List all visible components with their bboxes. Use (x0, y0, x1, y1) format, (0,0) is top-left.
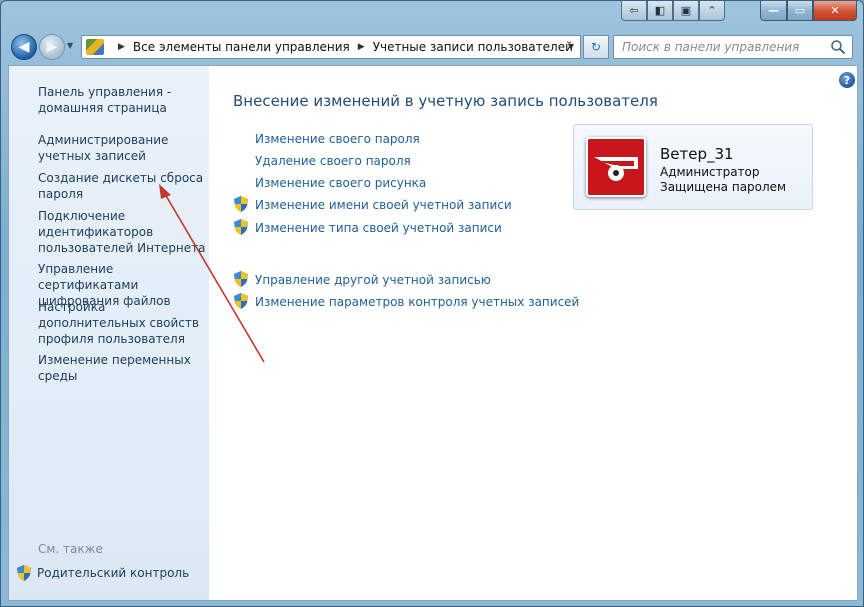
uac-settings-link[interactable]: Изменение параметров контроля учетных за… (255, 295, 579, 309)
see-also-label: См. также (38, 542, 103, 556)
change-account-type-link[interactable]: Изменение типа своей учетной записи (255, 221, 502, 235)
breadcrumb-separator-icon[interactable]: ▶ (358, 42, 365, 52)
control-panel-icon (86, 39, 104, 55)
avatar (586, 137, 646, 197)
address-dropdown-icon[interactable]: ▼ (568, 42, 574, 51)
uac-shield-icon (234, 293, 248, 309)
user-name: Ветер_31 (660, 145, 734, 163)
back-button[interactable]: ◀ (11, 34, 37, 60)
change-account-name-link[interactable]: Изменение имени своей учетной записи (255, 198, 512, 212)
navigation-bar: ◀ ▶ ▼ ▶ Все элементы панели управления ▶… (1, 29, 863, 65)
user-password-status: Защищена паролем (660, 180, 787, 194)
refresh-button[interactable]: ↻ (583, 35, 609, 59)
parental-control-link[interactable]: Родительский контроль (17, 565, 189, 581)
sidebar-item-profile-properties[interactable]: Настройка дополнительных свойств профиля… (38, 299, 208, 347)
content-area: Панель управления - домашняя страница Ад… (8, 65, 858, 601)
uac-shield-icon (234, 271, 248, 287)
manage-another-account-link[interactable]: Управление другой учетной записью (255, 273, 491, 287)
parental-control-label: Родительский контроль (37, 566, 190, 580)
search-input[interactable]: Поиск в панели управления (613, 35, 853, 59)
close-button[interactable]: ✕ (813, 1, 857, 21)
uac-shield-icon (234, 219, 248, 235)
extra-button-3[interactable]: ▣ (673, 1, 699, 21)
control-panel-window: ⇦ ◧ ▣ ⌃ — ▭ ✕ ◀ ▶ ▼ ▶ Все элементы панел… (0, 0, 864, 607)
search-icon[interactable] (830, 39, 846, 55)
forward-button[interactable]: ▶ (39, 34, 65, 60)
uac-shield-icon (17, 565, 31, 581)
sidebar-item-reset-disk[interactable]: Создание дискеты сброса пароля (38, 170, 208, 202)
main-panel: ? Внесение изменений в учетную запись по… (209, 66, 859, 600)
page-title: Внесение изменений в учетную запись поль… (233, 92, 658, 110)
minimize-button[interactable]: — (760, 1, 787, 21)
change-picture-link[interactable]: Изменение своего рисунка (255, 176, 426, 190)
title-bar: ⇦ ◧ ▣ ⌃ — ▭ ✕ (1, 1, 863, 29)
maximize-button[interactable]: ▭ (787, 1, 813, 21)
user-role: Администратор (660, 165, 760, 179)
spartak-logo-icon (588, 139, 644, 195)
change-password-link[interactable]: Изменение своего пароля (255, 132, 420, 146)
caption-buttons: — ▭ ✕ (760, 1, 857, 21)
breadcrumb-separator-icon[interactable]: ▶ (118, 42, 125, 52)
address-bar[interactable]: ▶ Все элементы панели управления ▶ Учетн… (81, 35, 581, 59)
sidebar-item-online-ids[interactable]: Подключение идентификаторов пользователе… (38, 208, 208, 256)
extra-button-1[interactable]: ⇦ (621, 1, 647, 21)
extra-toolbar-buttons: ⇦ ◧ ▣ ⌃ (621, 1, 725, 21)
help-icon[interactable]: ? (839, 72, 855, 88)
remove-password-link[interactable]: Удаление своего пароля (255, 154, 411, 168)
user-account-card: Ветер_31 Администратор Защищена паролем (573, 124, 813, 210)
breadcrumb-user-accounts[interactable]: Учетные записи пользователей (373, 40, 573, 54)
sidebar-item-environment-variables[interactable]: Изменение переменных среды (38, 352, 208, 384)
task-sidebar: Панель управления - домашняя страница Ад… (9, 66, 209, 600)
recent-pages-dropdown-icon[interactable]: ▼ (67, 41, 73, 50)
extra-button-2[interactable]: ◧ (647, 1, 673, 21)
extra-button-4[interactable]: ⌃ (699, 1, 725, 21)
uac-shield-icon (234, 196, 248, 212)
breadcrumb-all-items[interactable]: Все элементы панели управления (133, 40, 350, 54)
search-placeholder: Поиск в панели управления (622, 40, 800, 54)
sidebar-item-manage-accounts[interactable]: Администрирование учетных записей (38, 132, 208, 164)
sidebar-item-home[interactable]: Панель управления - домашняя страница (38, 84, 208, 116)
